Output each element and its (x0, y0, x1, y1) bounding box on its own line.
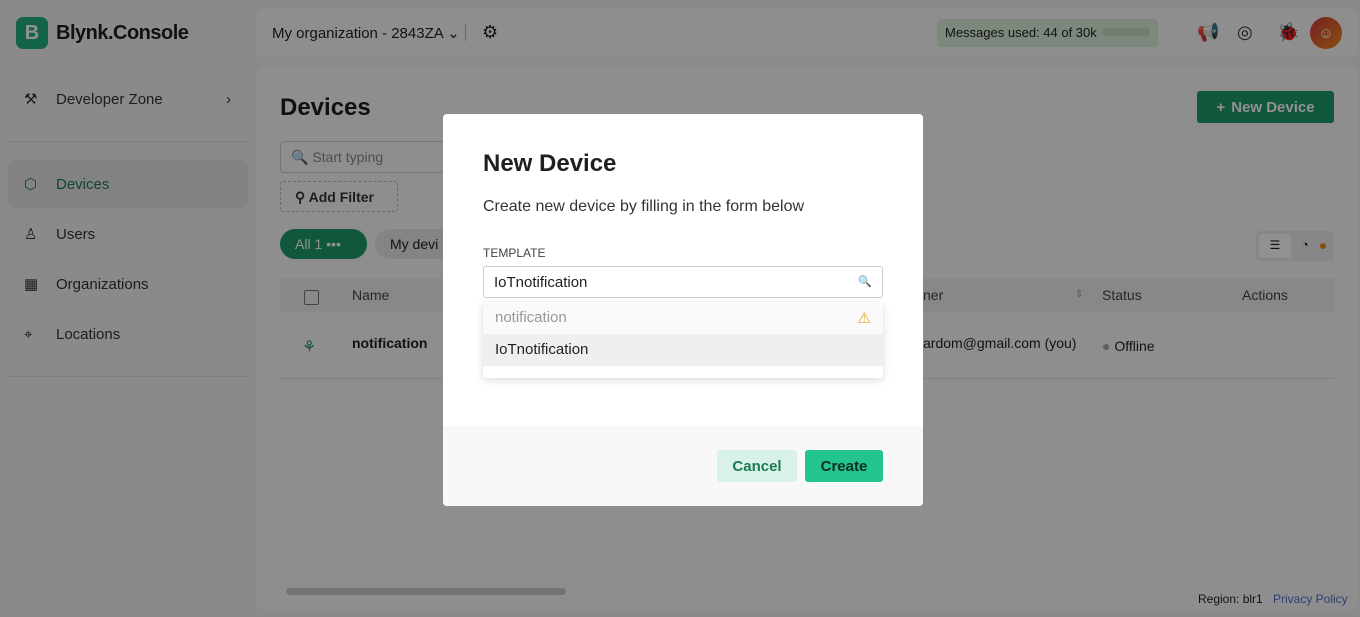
create-button[interactable]: Create (805, 450, 883, 482)
cancel-button[interactable]: Cancel (717, 450, 797, 482)
label: notification (495, 309, 567, 326)
warning-icon: ⚠ (857, 310, 871, 327)
template-input[interactable]: IoTnotification 🔍 (483, 266, 883, 298)
new-device-dialog: New Device Create new device by filling … (443, 114, 923, 506)
dialog-subtitle: Create new device by filling in the form… (483, 198, 805, 215)
value: IoTnotification (494, 274, 588, 291)
label: IoTnotification (495, 341, 589, 358)
template-dropdown: notification ⚠ IoTnotification (483, 302, 883, 378)
search-icon: 🔍 (858, 276, 872, 288)
template-label: TEMPLATE (483, 246, 546, 260)
option-iotnotification[interactable]: IoTnotification (483, 334, 883, 366)
option-notification[interactable]: notification ⚠ (483, 302, 883, 334)
dialog-title: New Device (483, 150, 617, 177)
